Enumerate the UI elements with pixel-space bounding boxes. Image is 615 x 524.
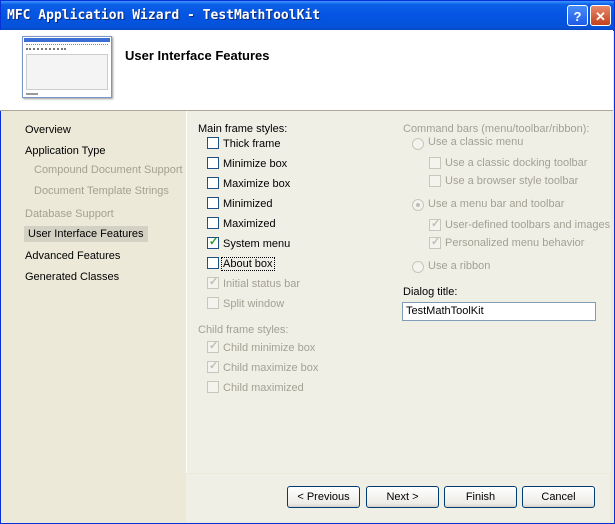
minimize-box-checkbox[interactable] (207, 157, 219, 169)
nav-item-application-type[interactable]: Application Type (25, 145, 106, 157)
next-button[interactable]: Next > (366, 486, 439, 508)
maximize-box-checkbox[interactable] (207, 177, 219, 189)
radio-selected-dot (416, 203, 420, 207)
maximized-checkbox[interactable] (207, 217, 219, 229)
browser-style-toolbar-label: Use a browser style toolbar (445, 175, 579, 187)
child-minimize-box-checkbox: ✓ (207, 340, 219, 353)
child-maximize-box-label: Child maximize box (223, 362, 319, 374)
main-frame-styles-label: Main frame styles: (198, 123, 288, 135)
checkmark-icon: ✓ (209, 360, 219, 372)
classic-menu-label: Use a classic menu (428, 136, 524, 148)
child-maximized-label: Child maximized (223, 382, 304, 394)
nav-item-document-template-strings: Document Template Strings (34, 185, 169, 197)
nav-item-generated-classes[interactable]: Generated Classes (25, 271, 119, 283)
close-button[interactable]: ✕ (590, 5, 611, 26)
nav-item-user-interface-features[interactable]: User Interface Features (24, 226, 148, 242)
cancel-button[interactable]: Cancel (522, 486, 595, 508)
dialog-title-label: Dialog title: (403, 286, 458, 298)
minimize-box-label[interactable]: Minimize box (223, 158, 287, 170)
classic-docking-toolbar-checkbox (429, 157, 441, 169)
nav-item-compound-document-support: Compound Document Support (34, 164, 183, 176)
initial-status-bar-checkbox: ✓ (207, 276, 219, 289)
title-bar[interactable]: MFC Application Wizard - TestMathToolKit… (1, 1, 614, 31)
checkmark-icon: ✓ (209, 340, 219, 352)
nav-item-database-support: Database Support (25, 208, 114, 220)
ribbon-label: Use a ribbon (428, 260, 491, 272)
menu-bar-toolbar-label: Use a menu bar and toolbar (428, 198, 565, 210)
about-box-checkbox[interactable] (207, 257, 219, 269)
minimized-checkbox[interactable] (207, 197, 219, 209)
child-maximize-box-checkbox: ✓ (207, 360, 219, 373)
checkmark-icon: ✓ (431, 218, 441, 230)
window-title: MFC Application Wizard - TestMathToolKit (7, 8, 321, 23)
system-menu-checkbox[interactable]: ✓ (207, 236, 219, 249)
help-button[interactable]: ? (567, 5, 588, 26)
thick-frame-checkbox[interactable] (207, 137, 219, 149)
child-minimize-box-label: Child minimize box (223, 342, 316, 354)
child-maximized-checkbox (207, 381, 219, 393)
personalized-menu-checkbox: ✓ (429, 236, 441, 249)
command-bars-label: Command bars (menu/toolbar/ribbon): (403, 123, 590, 135)
maximized-label[interactable]: Maximized (223, 218, 276, 230)
user-defined-toolbars-checkbox: ✓ (429, 218, 441, 231)
split-window-checkbox (207, 297, 219, 309)
browser-style-toolbar-checkbox (429, 175, 441, 187)
checkmark-icon: ✓ (209, 276, 219, 288)
split-window-label: Split window (223, 298, 285, 310)
user-defined-toolbars-label: User-defined toolbars and images (445, 219, 611, 231)
initial-status-bar-label: Initial status bar (223, 278, 301, 290)
personalized-menu-label: Personalized menu behavior (445, 237, 585, 249)
thick-frame-label[interactable]: Thick frame (223, 138, 280, 150)
classic-docking-toolbar-label: Use a classic docking toolbar (445, 157, 588, 169)
about-box-label[interactable]: About box (221, 257, 275, 271)
menu-bar-toolbar-radio (412, 199, 424, 211)
nav-item-overview[interactable]: Overview (25, 124, 71, 136)
minimized-label[interactable]: Minimized (223, 198, 273, 210)
finish-button[interactable]: Finish (444, 486, 517, 508)
maximize-box-label[interactable]: Maximize box (223, 178, 290, 190)
app-window-preview-icon (22, 36, 112, 98)
system-menu-label[interactable]: System menu (223, 238, 290, 250)
previous-button[interactable]: < Previous (287, 486, 360, 508)
page-title: User Interface Features (125, 48, 270, 63)
nav-item-advanced-features[interactable]: Advanced Features (25, 250, 120, 262)
classic-menu-radio (412, 138, 424, 150)
ribbon-radio (412, 261, 424, 273)
dialog-title-input[interactable]: TestMathToolKit (402, 302, 596, 321)
checkmark-icon: ✓ (431, 236, 441, 248)
checkmark-icon: ✓ (209, 236, 219, 248)
child-frame-styles-label: Child frame styles: (198, 324, 289, 336)
